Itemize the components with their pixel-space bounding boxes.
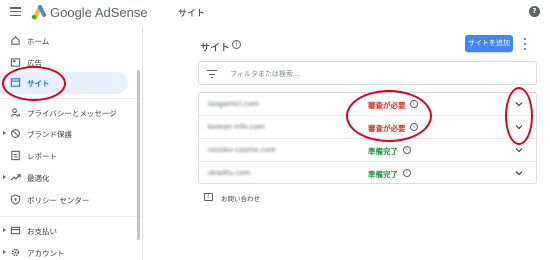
privacy-messaging-icon [10, 108, 21, 117]
info-icon[interactable]: i [403, 169, 411, 177]
sidebar-divider [0, 98, 143, 99]
home-icon [11, 36, 20, 45]
filter-icon [207, 70, 217, 79]
sidebar-item-policy-center[interactable]: ポリシー センター [0, 189, 128, 211]
add-site-button[interactable]: サイトを追加 [465, 35, 513, 52]
policy-shield-icon [10, 194, 21, 205]
expand-caret-icon [3, 228, 6, 232]
info-icon[interactable]: i [410, 100, 418, 108]
sidebar-divider [0, 216, 143, 217]
sidebar-item-home[interactable]: ホーム [0, 30, 128, 52]
adsense-logo-icon [31, 5, 46, 20]
trending-up-icon [10, 174, 21, 181]
sidebar-item-label: 最適化 [27, 174, 50, 183]
site-domain: okazitu.com [208, 169, 251, 177]
sidebar-item-label: 広告 [27, 59, 42, 68]
more-vert-icon[interactable] [523, 38, 527, 50]
table-row[interactable]: okazitu.com 準備完了 i [199, 162, 536, 183]
site-domain: loogamici.com [208, 100, 259, 108]
hamburger-menu-icon[interactable] [10, 7, 21, 16]
table-row[interactable]: korean-info.com 審査が必要 i [199, 116, 536, 139]
status-label: 審査が必要 [368, 101, 406, 110]
site-domain: nozoko-cosme.com [208, 146, 276, 154]
sidebar-item-label: サイト [27, 79, 50, 88]
sidebar-item-sites[interactable]: サイト [0, 72, 128, 94]
status-label: 準備完了 [368, 170, 398, 179]
sidebar-item-label: プライバシーとメッセージ [27, 109, 117, 118]
sidebar-item-label: ホーム [27, 37, 50, 46]
sidebar-item-reports[interactable]: レポート [0, 145, 128, 167]
expand-caret-icon [3, 131, 6, 135]
help-icon[interactable]: ? [529, 6, 540, 17]
feedback-icon: ! [204, 193, 213, 201]
sidebar-item-account[interactable]: アカウント [0, 242, 128, 260]
site-domain: korean-info.com [208, 123, 265, 131]
reports-icon [11, 150, 20, 161]
sidebar-item-label: レポート [27, 152, 57, 161]
sidebar-scrollbar[interactable] [137, 70, 140, 240]
sidebar-item-ads[interactable]: 広告 [0, 52, 128, 74]
sidebar-item-label: アカウント [27, 249, 65, 258]
sidebar: ホーム 広告 サイト プライバシーとメッセージ ブランド保護 レポート 最適化 [0, 26, 143, 260]
account-gear-icon [11, 248, 20, 257]
sidebar-item-privacy-messaging[interactable]: プライバシーとメッセージ [0, 102, 128, 124]
info-icon[interactable]: i [232, 40, 241, 49]
page-title: サイト [178, 9, 206, 19]
filter-search-box[interactable]: フィルタまたは検索... [198, 61, 537, 85]
sites-table: loogamici.com 審査が必要 i korean-info.com 審査… [198, 92, 537, 184]
filter-placeholder: フィルタまたは検索... [230, 70, 300, 78]
payments-icon [10, 226, 21, 235]
sidebar-item-brand-safety[interactable]: ブランド保護 [0, 123, 128, 145]
chevron-down-icon[interactable] [515, 123, 523, 131]
info-icon[interactable]: i [410, 123, 418, 131]
brand-name: Google AdSense [50, 5, 148, 20]
ads-icon [10, 58, 21, 67]
sidebar-item-label: お支払い [27, 227, 57, 236]
sidebar-item-label: ブランド保護 [27, 130, 72, 139]
sites-icon [10, 78, 21, 87]
expand-caret-icon [3, 250, 6, 254]
table-row[interactable]: loogamici.com 審査が必要 i [199, 93, 536, 116]
block-icon [11, 129, 20, 138]
chevron-down-icon[interactable] [515, 169, 523, 177]
chevron-down-icon[interactable] [515, 146, 523, 154]
feedback-label: お問い合わせ [221, 195, 260, 203]
status-label: 準備完了 [368, 147, 398, 156]
table-row[interactable]: nozoko-cosme.com 準備完了 i [199, 139, 536, 162]
status-label: 審査が必要 [368, 124, 406, 133]
info-icon[interactable]: i [403, 146, 411, 154]
adsense-app: Google AdSense サイト ? ホーム 広告 サイト プライバシーとメ… [0, 0, 550, 260]
sidebar-item-label: ポリシー センター [27, 196, 90, 205]
chevron-down-icon[interactable] [515, 100, 523, 108]
sidebar-item-payments[interactable]: お支払い [0, 220, 128, 242]
expand-caret-icon [3, 175, 6, 179]
sidebar-item-optimization[interactable]: 最適化 [0, 167, 128, 189]
sites-heading: サイト [200, 43, 230, 54]
top-bar: Google AdSense サイト ? [0, 0, 550, 26]
